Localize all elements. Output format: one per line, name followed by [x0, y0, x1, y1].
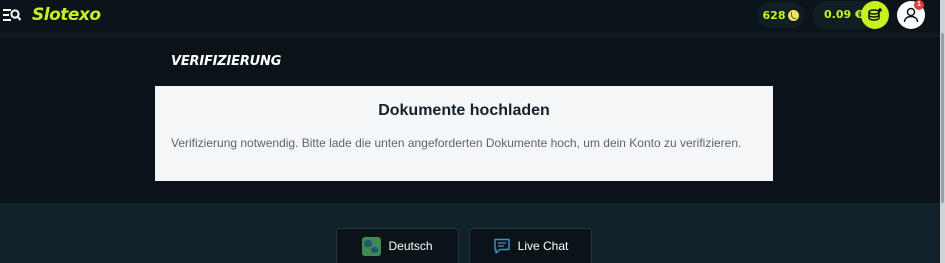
- notification-badge: 1: [914, 0, 924, 10]
- globe-icon: [362, 236, 382, 256]
- language-label: Deutsch: [388, 239, 433, 253]
- page-title: VERIFIZIERUNG: [171, 54, 282, 69]
- coins-value: 628: [762, 8, 786, 22]
- deposit-coins-icon: [868, 8, 882, 21]
- logo-text: Slotexo: [32, 5, 101, 25]
- logo[interactable]: Slotexo: [32, 4, 101, 26]
- coin-icon: [788, 9, 800, 21]
- scrollbar-thumb[interactable]: [941, 33, 944, 203]
- loyalty-coins-pill[interactable]: 628: [758, 2, 804, 28]
- upload-documents-card: Dokumente hochladen Verifizierung notwen…: [155, 86, 773, 181]
- menu-search-icon[interactable]: [3, 8, 22, 22]
- deposit-button[interactable]: [861, 1, 889, 29]
- top-header: Slotexo 628 0.09 € 1: [0, 0, 945, 32]
- card-title: Dokumente hochladen: [378, 102, 550, 119]
- card-description: Verifizierung notwendig. Bitte lade die …: [171, 136, 742, 150]
- live-chat-label: Live Chat: [517, 239, 569, 253]
- live-chat-button[interactable]: Live Chat: [469, 228, 592, 263]
- chat-icon: [493, 238, 510, 254]
- balance-value: 0.09 €: [824, 8, 863, 21]
- language-button[interactable]: Deutsch: [336, 228, 459, 263]
